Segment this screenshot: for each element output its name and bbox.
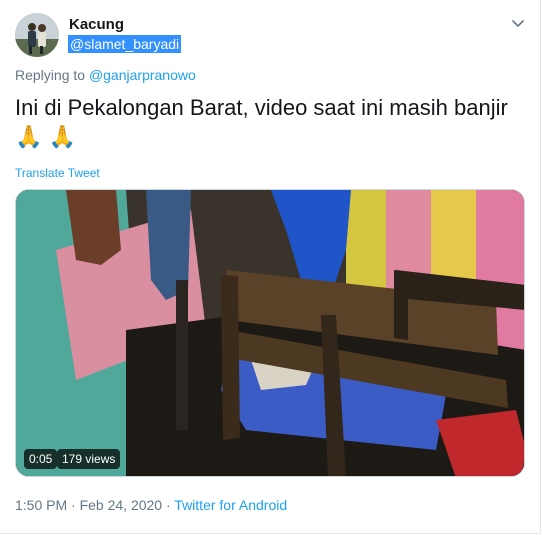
tweet-body: Ini di Pekalongan Barat, video saat ini … xyxy=(15,95,508,120)
display-name[interactable]: Kacung xyxy=(69,16,124,33)
translate-tweet-link[interactable]: Translate Tweet xyxy=(15,166,100,180)
video-player[interactable] xyxy=(15,189,525,477)
replying-to-line: Replying to @ganjarpranowo xyxy=(15,67,196,83)
source-link[interactable]: Twitter for Android xyxy=(174,497,287,513)
replying-prefix: Replying to xyxy=(15,67,89,83)
video-duration-badge: 0:05 xyxy=(24,449,58,469)
replying-to-link[interactable]: @ganjarpranowo xyxy=(89,67,196,83)
meta-separator: · xyxy=(162,497,175,513)
username-handle[interactable]: @slamet_baryadi xyxy=(68,35,182,53)
chevron-down-icon[interactable] xyxy=(510,15,526,31)
tweet-card: Kacung @slamet_baryadi Replying to @ganj… xyxy=(0,0,541,534)
video-views-badge: 179 views xyxy=(57,449,121,469)
avatar[interactable] xyxy=(15,13,59,57)
tweet-text: Ini di Pekalongan Barat, video saat ini … xyxy=(15,93,515,151)
video-frame xyxy=(16,190,524,476)
tweet-timestamp[interactable]: 1:50 PM · Feb 24, 2020 xyxy=(15,497,162,513)
folded-hands-emoji: 🙏 xyxy=(48,124,76,149)
tweet-meta: 1:50 PM · Feb 24, 2020 · Twitter for And… xyxy=(15,497,287,513)
folded-hands-emoji: 🙏 xyxy=(15,124,43,149)
